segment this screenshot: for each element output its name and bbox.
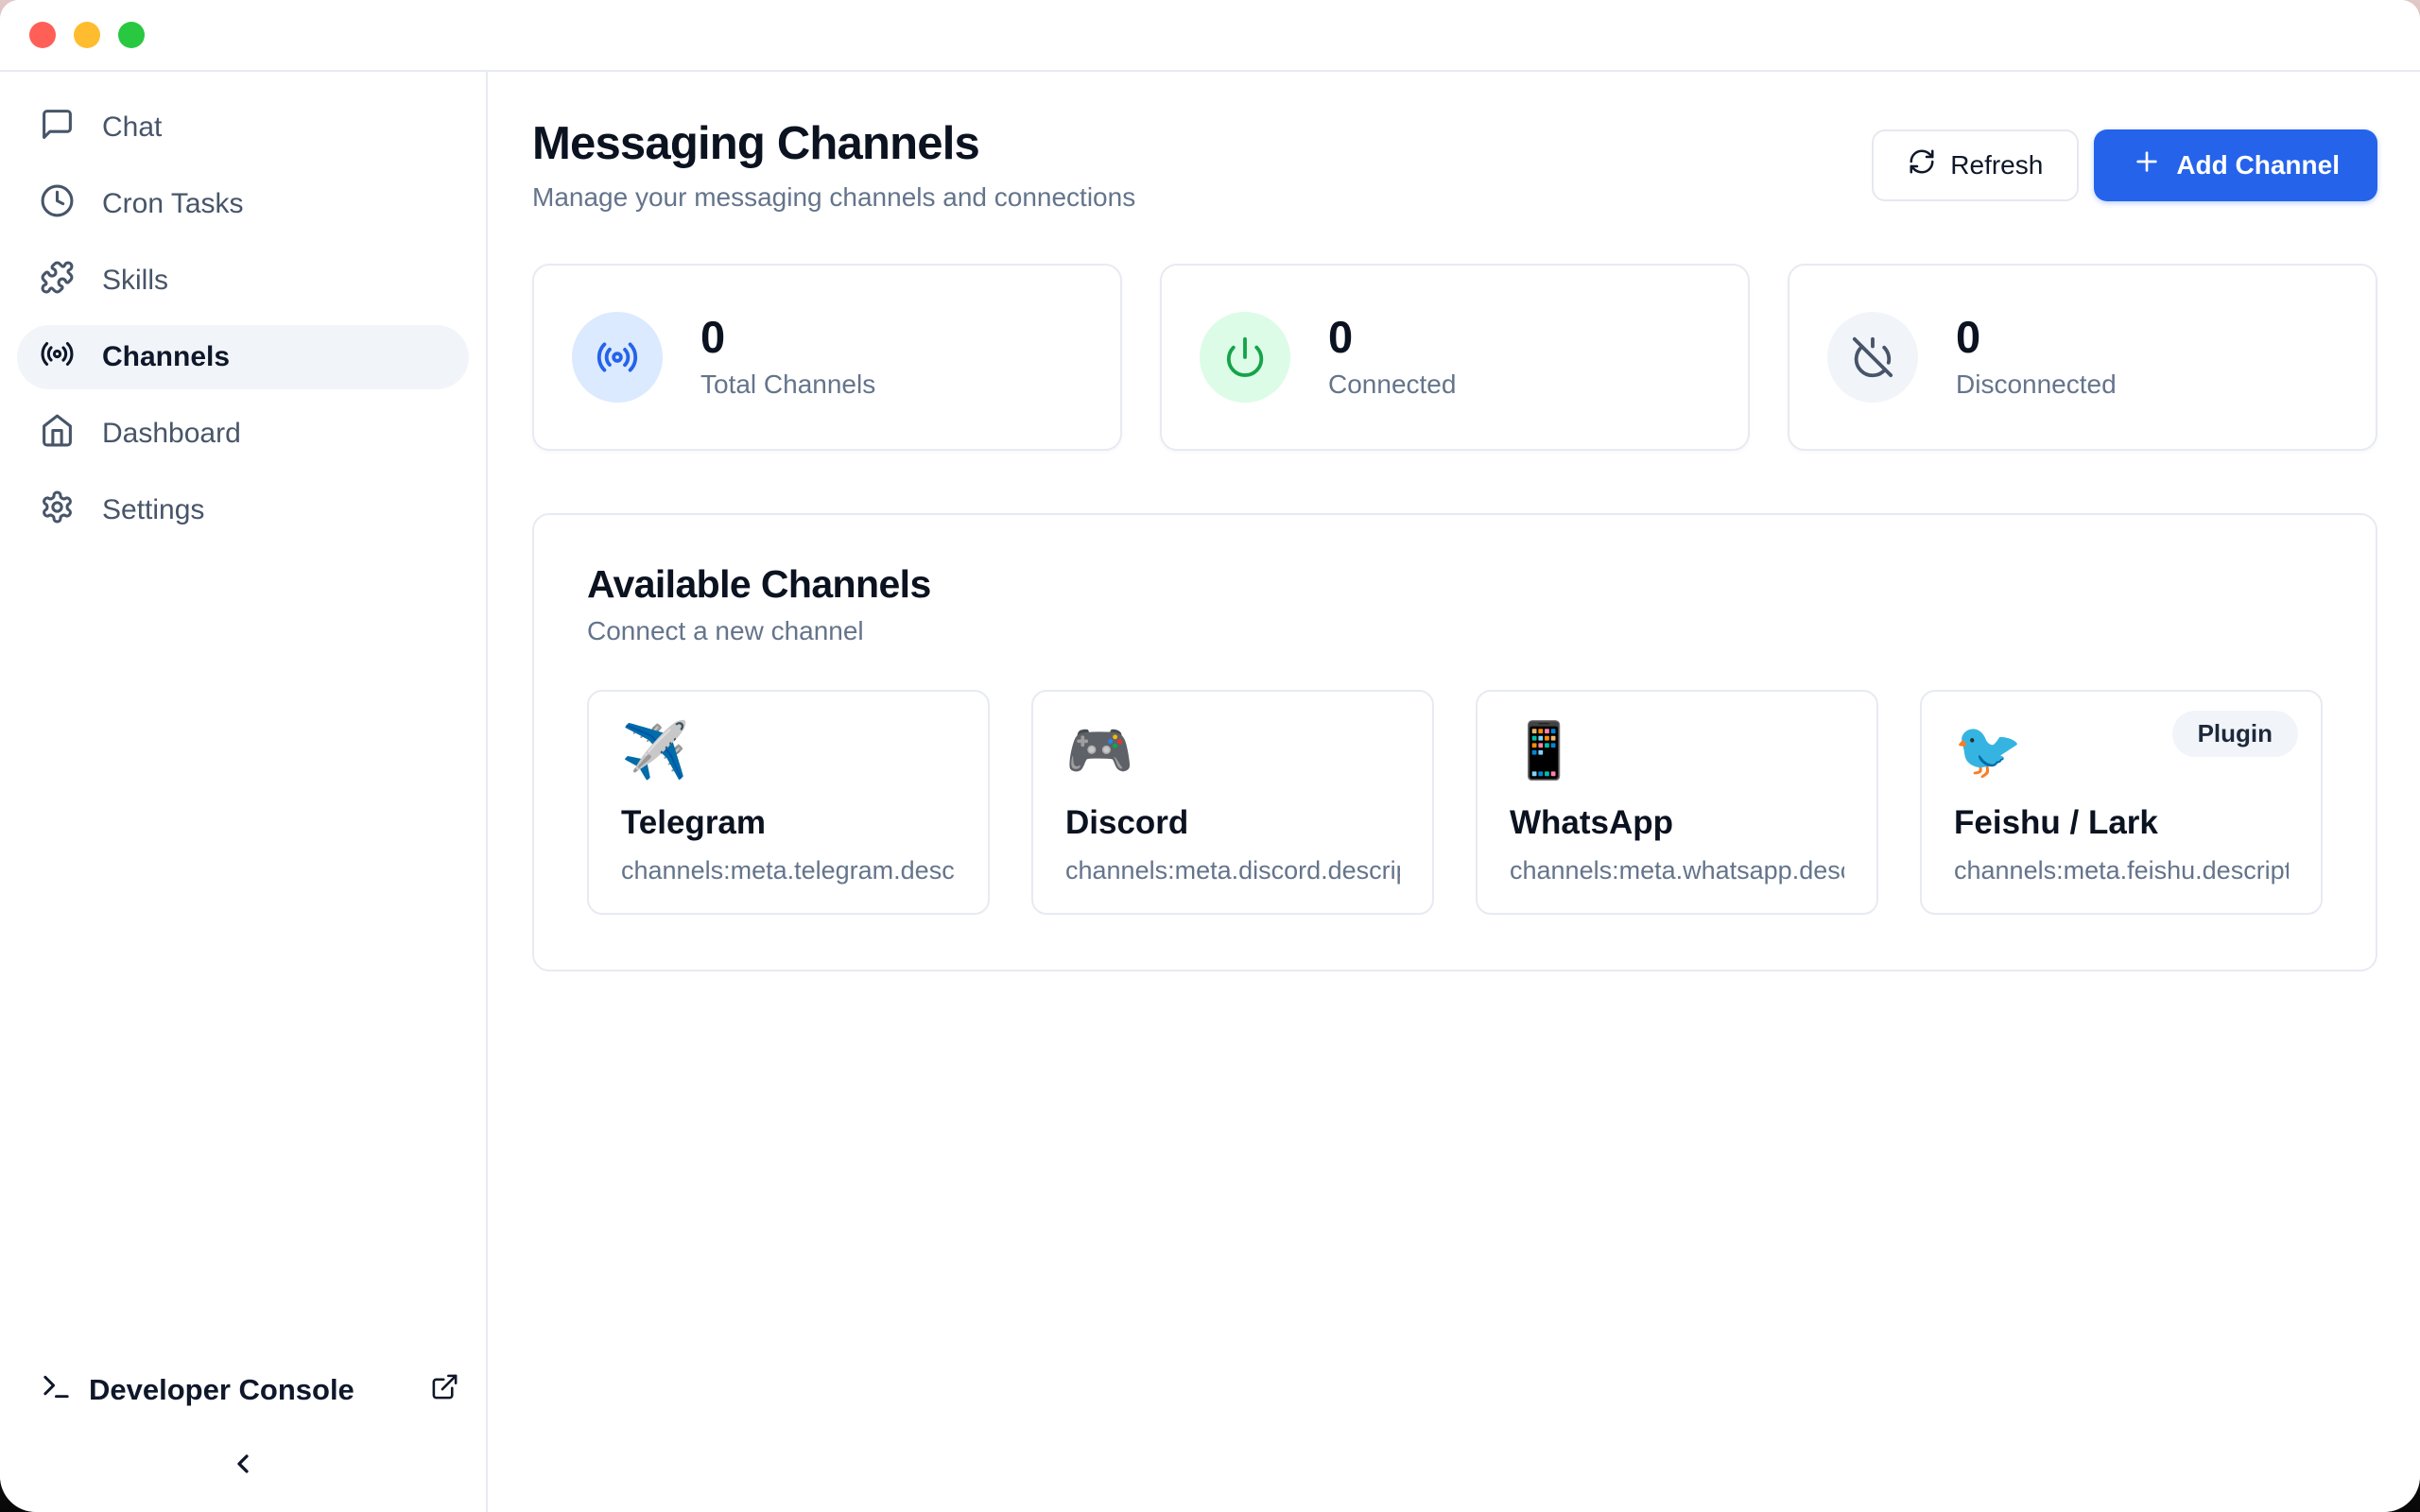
channel-name: WhatsApp	[1510, 804, 1844, 842]
sidebar: Chat Cron Tasks Skills Channels Dashboar…	[0, 72, 488, 1512]
channel-description: channels:meta.telegram.description	[621, 856, 956, 885]
available-channels-subtitle: Connect a new channel	[587, 616, 2323, 646]
traffic-light-minimize[interactable]	[74, 22, 100, 48]
sidebar-item-label: Chat	[102, 112, 162, 144]
refresh-icon	[1908, 147, 1936, 182]
plugin-badge: Plugin	[2172, 711, 2298, 757]
power-off-icon	[1827, 312, 1918, 403]
sidebar-item-dashboard[interactable]: Dashboard	[17, 402, 469, 466]
airplane-emoji-icon: ✈️	[621, 720, 956, 783]
channel-name: Feishu / Lark	[1954, 804, 2289, 842]
puzzle-icon	[40, 260, 75, 302]
sidebar-item-label: Channels	[102, 341, 230, 373]
add-channel-button[interactable]: Add Channel	[2094, 129, 2377, 201]
available-channels-section: Available Channels Connect a new channel…	[532, 513, 2377, 971]
refresh-button-label: Refresh	[1950, 150, 2043, 180]
sidebar-item-skills[interactable]: Skills	[17, 249, 469, 313]
chevron-left-icon	[228, 1468, 258, 1482]
sidebar-item-cron-tasks[interactable]: Cron Tasks	[17, 172, 469, 236]
refresh-button[interactable]: Refresh	[1872, 129, 2079, 201]
developer-console-label: Developer Console	[89, 1373, 354, 1407]
stat-value: 0	[700, 315, 875, 359]
stat-card-total-channels: 0 Total Channels	[532, 264, 1122, 451]
sidebar-item-channels[interactable]: Channels	[17, 325, 469, 389]
channel-description: channels:meta.whatsapp.description	[1510, 856, 1844, 885]
clock-icon	[40, 183, 75, 226]
sidebar-item-chat[interactable]: Chat	[17, 95, 469, 160]
sidebar-item-label: Cron Tasks	[102, 188, 244, 220]
stat-card-disconnected: 0 Disconnected	[1788, 264, 2377, 451]
channel-description: channels:meta.feishu.description	[1954, 856, 2289, 885]
stat-label: Total Channels	[700, 369, 875, 400]
app-window: Chat Cron Tasks Skills Channels Dashboar…	[0, 0, 2420, 1512]
collapse-sidebar-button[interactable]	[222, 1443, 264, 1487]
main-content: Messaging Channels Manage your messaging…	[488, 72, 2420, 1512]
channel-card-telegram[interactable]: ✈️ Telegram channels:meta.telegram.descr…	[587, 690, 990, 915]
stat-value: 0	[1956, 315, 2117, 359]
radio-icon	[572, 312, 663, 403]
channel-name: Discord	[1065, 804, 1400, 842]
radio-icon	[40, 336, 75, 379]
power-icon	[1200, 312, 1290, 403]
sidebar-nav: Chat Cron Tasks Skills Channels Dashboar…	[17, 95, 469, 1360]
sidebar-item-label: Skills	[102, 265, 168, 297]
developer-console-link[interactable]: Developer Console	[17, 1360, 469, 1420]
stat-label: Connected	[1328, 369, 1456, 400]
channel-name: Telegram	[621, 804, 956, 842]
channel-card-whatsapp[interactable]: 📱 WhatsApp channels:meta.whatsapp.descri…	[1476, 690, 1878, 915]
terminal-icon	[40, 1370, 73, 1411]
sidebar-item-settings[interactable]: Settings	[17, 478, 469, 542]
header-actions: Refresh Add Channel	[1872, 129, 2377, 201]
add-channel-button-label: Add Channel	[2176, 150, 2340, 180]
stat-value: 0	[1328, 315, 1456, 359]
stat-card-connected: 0 Connected	[1160, 264, 1750, 451]
game-controller-emoji-icon: 🎮	[1065, 720, 1400, 783]
channel-card-feishu[interactable]: Plugin 🐦 Feishu / Lark channels:meta.fei…	[1920, 690, 2323, 915]
mobile-phone-emoji-icon: 📱	[1510, 720, 1844, 783]
page-subtitle: Manage your messaging channels and conne…	[532, 182, 1135, 213]
stat-label: Disconnected	[1956, 369, 2117, 400]
traffic-light-zoom[interactable]	[118, 22, 145, 48]
available-channels-title: Available Channels	[587, 562, 2323, 607]
external-link-icon[interactable]	[430, 1372, 459, 1409]
channels-row: ✈️ Telegram channels:meta.telegram.descr…	[587, 690, 2323, 915]
gear-icon	[40, 490, 75, 532]
plus-icon	[2132, 146, 2162, 183]
page-header: Messaging Channels Manage your messaging…	[532, 117, 2377, 213]
stats-row: 0 Total Channels 0 Connected 0 Disconn	[532, 264, 2377, 451]
home-icon	[40, 413, 75, 455]
app-body: Chat Cron Tasks Skills Channels Dashboar…	[0, 72, 2420, 1512]
sidebar-item-label: Dashboard	[102, 418, 241, 450]
page-title: Messaging Channels	[532, 117, 1135, 170]
sidebar-item-label: Settings	[102, 494, 204, 526]
chat-bubble-icon	[40, 107, 75, 149]
traffic-light-close[interactable]	[29, 22, 56, 48]
channel-card-discord[interactable]: 🎮 Discord channels:meta.discord.descript…	[1031, 690, 1434, 915]
titlebar	[0, 0, 2420, 72]
channel-description: channels:meta.discord.description	[1065, 856, 1400, 885]
sidebar-collapse-row	[17, 1443, 469, 1487]
